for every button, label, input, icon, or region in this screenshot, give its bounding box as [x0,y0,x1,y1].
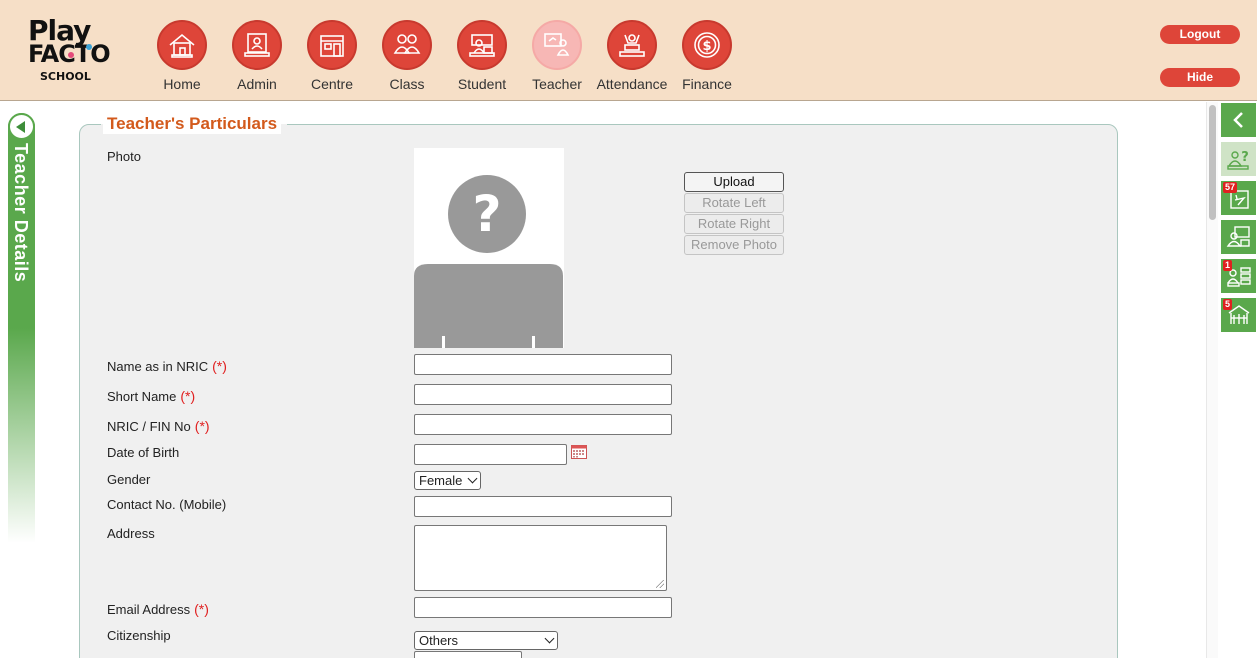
centre-icon [320,35,344,57]
contact-input[interactable] [414,496,672,517]
short-name-input[interactable] [414,384,672,405]
short-name-label: Short Name (*) [107,388,196,404]
calendar-icon[interactable] [571,445,587,459]
required-marker: (*) [194,601,209,617]
dock-teacher-list[interactable]: 1 [1221,259,1256,293]
nav-teacher-label: Teacher [532,76,582,92]
nric-fin-input[interactable] [414,414,672,435]
nav-class[interactable]: Class [370,20,444,92]
svg-text:$: $ [702,39,711,54]
dock-teacher-help[interactable]: ? [1221,142,1256,176]
student-icon [469,34,495,57]
collapse-chevron-icon [1232,112,1243,128]
svg-text:?: ? [472,185,501,243]
nav-attendance-label: Attendance [596,76,668,92]
unknown-person-icon: ? [414,175,563,348]
dock-teacher-class[interactable] [1221,220,1256,254]
nav-home[interactable]: Home [145,20,219,92]
side-tab-label: Teacher Details [11,143,31,283]
collapse-arrow-icon[interactable] [8,113,35,140]
gender-label: Gender [107,472,151,487]
classroom-badge: 5 [1223,299,1233,310]
teacher-details-tab[interactable]: Teacher Details [8,113,35,543]
rotate-right-button[interactable]: Rotate Right [684,214,784,234]
section-title: Teacher's Particulars [103,114,282,134]
dock-classroom[interactable]: 5 [1221,298,1256,332]
admin-icon [244,33,270,57]
nav-centre-label: Centre [310,76,354,92]
svg-text:?: ? [1241,150,1249,165]
contact-label: Contact No. (Mobile) [107,497,227,512]
dock-leave[interactable]: 57 [1221,181,1256,215]
nav-home-label: Home [163,76,201,92]
nav-centre[interactable]: Centre [295,20,369,92]
nav-finance[interactable]: $ Finance [670,20,744,92]
chevron-down-icon [544,633,555,644]
playfacto-logo[interactable]: Play FACTO SCHOOL [24,14,114,86]
logo-dot [68,52,74,58]
citizenship-select[interactable]: Others [414,631,558,650]
nric-fin-label: NRIC / FIN No (*) [107,418,210,434]
teacher-icon [544,33,570,56]
teacher-help-icon: ? [1226,150,1249,170]
nav-attendance[interactable]: Attendance [595,20,669,92]
photo-placeholder: ? [414,148,564,348]
chevron-down-icon [467,473,478,484]
photo-label: Photo [107,149,141,164]
nav-student-label: Student [457,76,507,92]
dock-collapse-button[interactable] [1221,103,1256,137]
finance-icon: $ [694,32,720,58]
home-icon [169,33,195,58]
attendance-icon [619,34,645,57]
dob-input[interactable] [414,444,567,465]
app-header: Play FACTO SCHOOL Home Admin Centre Clas… [0,0,1257,101]
next-field-input[interactable] [414,651,522,658]
hide-button[interactable]: Hide [1160,68,1240,87]
logo-line-3: SCHOOL [40,70,91,83]
leave-badge: 57 [1223,182,1238,193]
required-marker: (*) [194,418,210,434]
nav-teacher[interactable]: Teacher [520,20,594,92]
logo-dot [86,44,92,50]
required-marker: (*) [212,358,227,374]
rotate-left-button[interactable]: Rotate Left [684,193,784,213]
gender-select[interactable]: Female [414,471,481,490]
address-textarea[interactable] [414,525,667,591]
nav-student[interactable]: Student [445,20,519,92]
class-icon [393,34,421,54]
name-nric-input[interactable] [414,354,672,375]
name-nric-label: Name as in NRIC (*) [107,358,227,374]
dob-label: Date of Birth [107,445,180,460]
required-marker: (*) [180,388,196,404]
citizenship-label: Citizenship [107,628,171,643]
scrollbar-thumb[interactable] [1209,105,1216,220]
email-label: Email Address (*) [107,601,209,617]
teacher-class-icon [1226,226,1250,247]
remove-photo-button[interactable]: Remove Photo [684,235,784,255]
address-label: Address [107,526,155,541]
nav-finance-label: Finance [682,76,732,92]
nav-admin[interactable]: Admin [220,20,294,92]
resize-grip-icon[interactable] [656,580,664,588]
email-input[interactable] [414,597,672,618]
upload-button[interactable]: Upload [684,172,784,192]
nav-class-label: Class [389,76,425,92]
logout-button[interactable]: Logout [1160,25,1240,44]
teacher-list-badge: 1 [1223,260,1233,271]
nav-admin-label: Admin [237,76,277,92]
